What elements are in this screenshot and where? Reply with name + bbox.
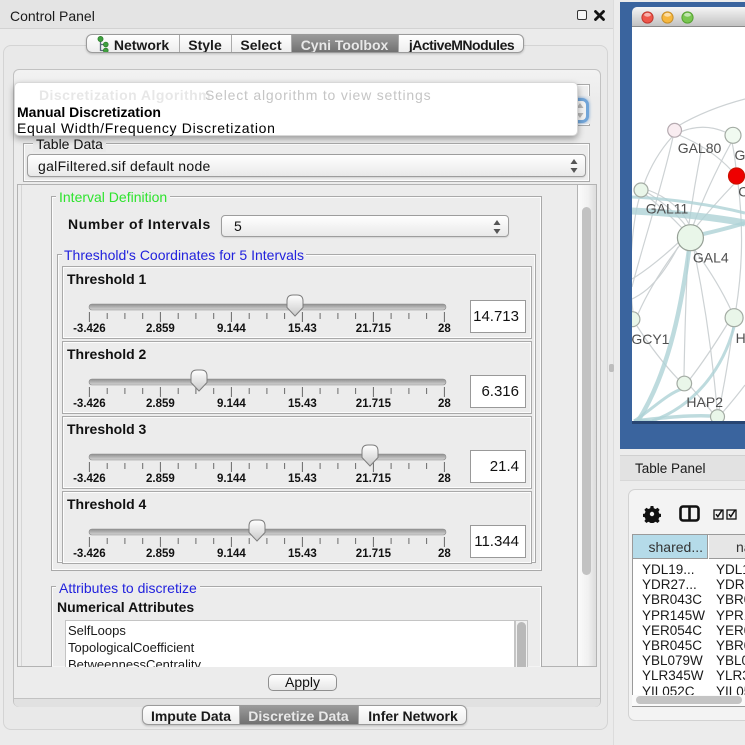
svg-text:GCY1: GCY1 <box>632 331 670 347</box>
svg-text:2.859: 2.859 <box>146 398 175 410</box>
svg-text:HAP2: HAP2 <box>686 394 723 410</box>
svg-text:15.43: 15.43 <box>288 548 317 560</box>
svg-text:9.144: 9.144 <box>217 548 246 560</box>
svg-text:21.715: 21.715 <box>356 473 392 485</box>
svg-text:C: C <box>738 184 745 200</box>
svg-text:-3.426: -3.426 <box>73 323 106 335</box>
svg-text:GAL80: GAL80 <box>678 140 722 156</box>
svg-text:H: H <box>736 330 745 346</box>
svg-text:2.859: 2.859 <box>146 473 175 485</box>
svg-text:GAL4: GAL4 <box>693 250 729 266</box>
svg-text:-3.426: -3.426 <box>73 548 106 560</box>
svg-text:21.715: 21.715 <box>356 323 392 335</box>
svg-text:GAL11: GAL11 <box>646 200 689 216</box>
svg-text:9.144: 9.144 <box>217 473 246 485</box>
svg-text:9.144: 9.144 <box>217 323 246 335</box>
svg-text:15.43: 15.43 <box>288 398 317 410</box>
svg-text:2.859: 2.859 <box>146 323 175 335</box>
svg-text:-3.426: -3.426 <box>73 473 106 485</box>
svg-text:2.859: 2.859 <box>146 548 175 560</box>
svg-text:28: 28 <box>438 323 451 335</box>
svg-text:15.43: 15.43 <box>288 473 317 485</box>
svg-text:28: 28 <box>438 548 451 560</box>
svg-text:9.144: 9.144 <box>217 398 246 410</box>
svg-text:28: 28 <box>438 473 451 485</box>
svg-text:GA: GA <box>735 147 745 163</box>
svg-text:28: 28 <box>438 398 451 410</box>
svg-text:21.715: 21.715 <box>356 548 392 560</box>
svg-text:-3.426: -3.426 <box>73 398 106 410</box>
svg-text:21.715: 21.715 <box>356 398 392 410</box>
svg-text:15.43: 15.43 <box>288 323 317 335</box>
